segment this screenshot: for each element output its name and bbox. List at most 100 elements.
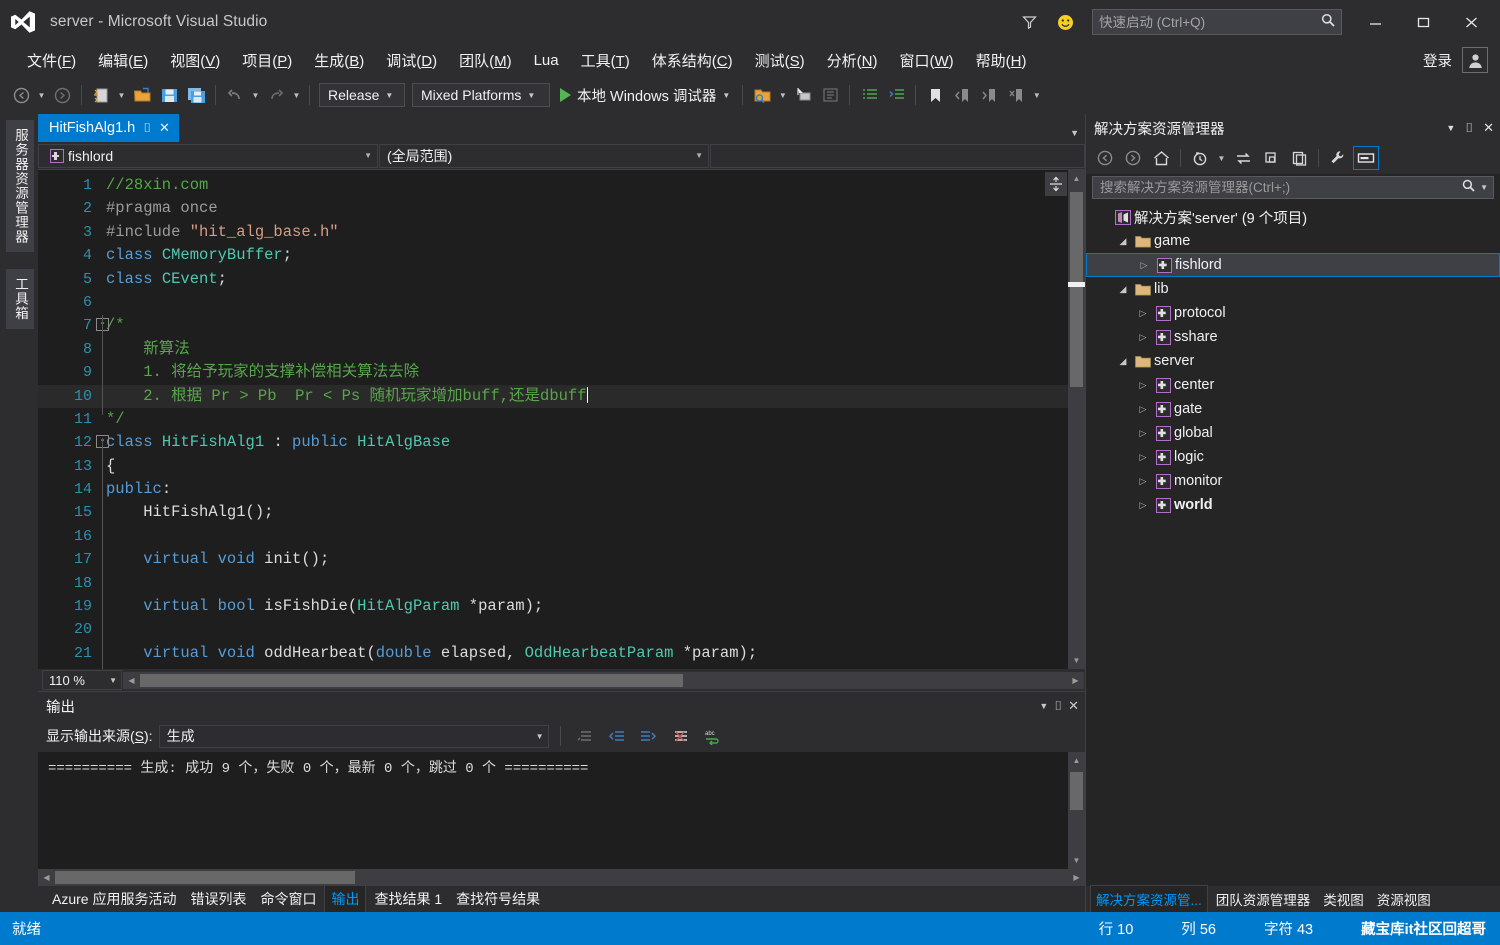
code-line[interactable]: 3 #include "hit_alg_base.h" (38, 221, 1068, 244)
tree-item-fishlord[interactable]: ▷ fishlord (1086, 253, 1500, 277)
chevron-down-icon[interactable]: ▼ (722, 91, 730, 100)
menu-item-test[interactable]: 测试(S) (744, 47, 816, 74)
collapse-all-icon[interactable] (1286, 146, 1312, 170)
horizontal-scroll-thumb[interactable] (140, 673, 683, 687)
sidebar-tab-server-explorer[interactable]: 服务器资源管理器 (6, 120, 34, 252)
toolbar-overflow-icon[interactable]: ▼ (1030, 82, 1043, 108)
code-line[interactable]: 14 public: (38, 478, 1068, 501)
minimize-button[interactable] (1352, 7, 1398, 37)
code-line[interactable]: 12-class HitFishAlg1 : public HitAlgBase (38, 431, 1068, 454)
collapse-twisty-icon[interactable]: ▷ (1134, 500, 1152, 511)
collapse-twisty-icon[interactable]: ▷ (1134, 332, 1152, 343)
tree-item-sshare[interactable]: ▷ sshare (1086, 325, 1500, 349)
code-line[interactable]: 18 (38, 572, 1068, 595)
menu-item-build[interactable]: 生成(B) (303, 47, 375, 74)
code-line[interactable]: 15 HitFishAlg1(); (38, 501, 1068, 524)
code-line[interactable]: 16 (38, 525, 1068, 548)
collapse-twisty-icon[interactable]: ▷ (1134, 380, 1152, 391)
collapse-twisty-icon[interactable]: ▷ (1134, 428, 1152, 439)
close-icon[interactable]: ✕ (1483, 120, 1494, 136)
code-line[interactable]: 7-/* (38, 314, 1068, 337)
menu-item-architecture[interactable]: 体系结构(C) (641, 47, 744, 74)
bookmark-icon[interactable] (922, 82, 948, 108)
sign-in-link[interactable]: 登录 (1423, 50, 1452, 71)
find-dropdown-icon[interactable]: ▼ (776, 82, 789, 108)
funnel-icon[interactable] (1012, 7, 1046, 37)
tab-find-symbol-results[interactable]: 查找符号结果 (450, 886, 546, 912)
code-line[interactable]: 2 #pragma once (38, 197, 1068, 220)
scroll-up-arrow-icon[interactable]: ▲ (1068, 170, 1085, 187)
navigate-forward-icon[interactable] (49, 82, 75, 108)
scroll-right-arrow-icon[interactable]: ▶ (1067, 672, 1084, 689)
close-icon[interactable]: ✕ (1068, 698, 1079, 714)
close-icon[interactable]: ✕ (159, 120, 170, 136)
menu-item-tools[interactable]: 工具(T) (570, 47, 641, 74)
tree-item-world[interactable]: ▷ world (1086, 493, 1500, 517)
refresh-icon[interactable] (1258, 146, 1284, 170)
save-icon[interactable] (156, 82, 182, 108)
tree-item--server-9-[interactable]: 解决方案'server' (9 个项目) (1086, 205, 1500, 229)
nav-member-combo[interactable] (710, 143, 1085, 168)
code-line[interactable]: 5 class CEvent; (38, 268, 1068, 291)
list-all-icon[interactable] (572, 723, 598, 749)
new-project-dropdown-icon[interactable]: ▼ (115, 82, 128, 108)
undo-dropdown-icon[interactable]: ▼ (249, 82, 262, 108)
menu-item-file[interactable]: 文件(F) (16, 47, 87, 74)
quick-launch-input[interactable] (1099, 14, 1321, 30)
tab-error-list[interactable]: 错误列表 (184, 886, 252, 912)
tab-find-results-1[interactable]: 查找结果 1 (368, 886, 448, 912)
code-line[interactable]: 8 新算法 (38, 338, 1068, 361)
menu-item-debug[interactable]: 调试(D) (375, 47, 448, 74)
code-line[interactable]: 10 2. 根据 Pr > Pb Pr < Ps 随机玩家增加buff,还是db… (38, 384, 1068, 408)
menu-item-team[interactable]: 团队(M) (448, 47, 523, 74)
code-text-surface[interactable]: 1//28xin.com 2 #pragma once 3 #include "hit_… (38, 170, 1068, 669)
tree-item-gate[interactable]: ▷ gate (1086, 397, 1500, 421)
menu-item-project[interactable]: 项目(P) (231, 47, 303, 74)
previous-bookmark-icon[interactable] (949, 82, 975, 108)
output-horizontal-scrollbar[interactable]: ◀ ▶ (38, 869, 1085, 886)
solution-explorer-search-input[interactable] (1100, 180, 1463, 195)
menu-item-edit[interactable]: 编辑(E) (87, 47, 159, 74)
chevron-down-icon[interactable]: ▼ (1215, 145, 1228, 171)
output-vertical-scroll-thumb[interactable] (1070, 772, 1083, 810)
tab-class-view[interactable]: 类视图 (1318, 886, 1369, 912)
chevron-down-icon[interactable]: ▼ (1070, 128, 1079, 138)
clear-all-icon[interactable] (668, 723, 694, 749)
go-to-next-message-icon[interactable] (636, 723, 662, 749)
comment-selection-icon[interactable] (817, 82, 843, 108)
sidebar-tab-toolbox[interactable]: 工具箱 (6, 269, 34, 329)
navigate-back-dropdown-icon[interactable]: ▼ (35, 82, 48, 108)
smiley-feedback-icon[interactable] (1048, 7, 1082, 37)
preview-selected-items-icon[interactable] (1353, 146, 1379, 170)
tab-solution-explorer[interactable]: 解决方案资源管... (1090, 885, 1208, 913)
find-icon[interactable] (790, 82, 816, 108)
tree-item-protocol[interactable]: ▷ protocol (1086, 301, 1500, 325)
solution-explorer-tree[interactable]: 解决方案'server' (9 个项目) ◢ game ▷ fishlord ◢ lib ▷ p… (1086, 203, 1500, 886)
nav-project-combo[interactable]: fishlord ▼ (38, 143, 378, 168)
scroll-left-arrow-icon[interactable]: ◀ (38, 869, 55, 886)
code-line[interactable]: 13{ (38, 455, 1068, 478)
solution-explorer-search-box[interactable]: ▼ (1092, 176, 1494, 199)
code-line[interactable]: 6 (38, 291, 1068, 314)
find-in-files-icon[interactable] (749, 82, 775, 108)
output-horizontal-scroll-thumb[interactable] (55, 871, 355, 884)
quick-launch-box[interactable] (1092, 9, 1342, 35)
forward-icon[interactable] (1120, 146, 1146, 170)
code-line[interactable]: 9 1. 将给予玩家的支撑补偿相关算法去除 (38, 361, 1068, 384)
tree-item-center[interactable]: ▷ center (1086, 373, 1500, 397)
vertical-scroll-thumb[interactable] (1070, 192, 1083, 387)
scroll-down-arrow-icon[interactable]: ▼ (1068, 652, 1085, 669)
clear-bookmarks-icon[interactable] (1003, 82, 1029, 108)
pin-icon[interactable]: ⌷ (143, 120, 151, 136)
editor-vertical-scrollbar[interactable]: ▲ ▼ (1068, 170, 1085, 669)
menu-item-analyze[interactable]: 分析(N) (816, 47, 889, 74)
menu-item-view[interactable]: 视图(V) (159, 47, 231, 74)
chevron-down-icon[interactable]: ▼ (1480, 183, 1488, 192)
next-bookmark-icon[interactable] (976, 82, 1002, 108)
chevron-down-icon[interactable]: ▼ (1039, 701, 1048, 711)
expand-twisty-icon[interactable]: ◢ (1114, 284, 1132, 295)
open-file-icon[interactable] (129, 82, 155, 108)
editor-horizontal-scrollbar[interactable]: ◀ ▶ (123, 671, 1084, 689)
close-button[interactable] (1448, 7, 1494, 37)
toggle-word-wrap-icon[interactable]: abc (700, 723, 726, 749)
